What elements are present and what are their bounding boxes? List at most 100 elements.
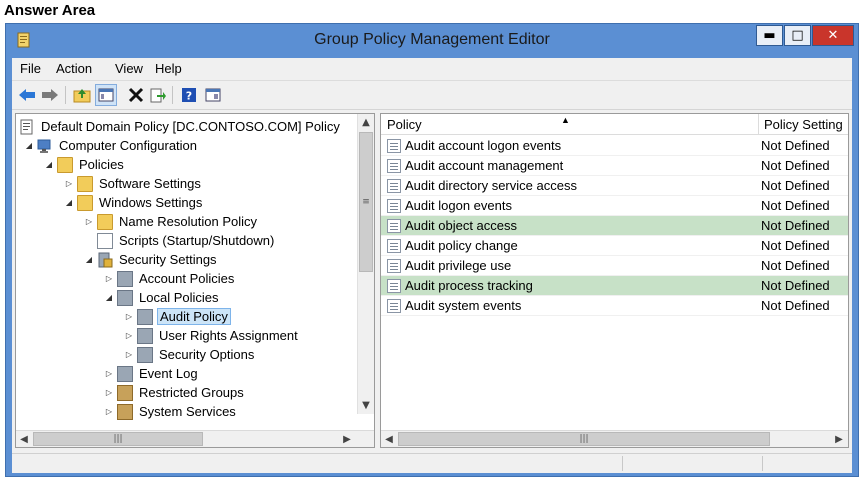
tree-horizontal-scrollbar[interactable]: ◀ ||| ▶ [16, 430, 374, 447]
policy-folder-icon [137, 308, 153, 325]
collapse-icon[interactable]: ◢ [24, 141, 34, 150]
expand-icon[interactable]: ▷ [124, 350, 134, 359]
maximize-button[interactable]: □ [784, 25, 811, 46]
scroll-thumb[interactable]: ||| [33, 432, 203, 446]
expand-icon[interactable]: ▷ [104, 369, 114, 378]
tree-item-security-options[interactable]: ▷ Security Options [124, 345, 256, 364]
policy-folder-icon [117, 289, 133, 306]
status-bar [12, 453, 852, 473]
policy-icon [387, 278, 401, 293]
tree-item-policies[interactable]: ◢ Policies [44, 155, 126, 174]
policy-row[interactable]: Audit directory service access Not Defin… [381, 176, 848, 196]
menu-view[interactable]: View [115, 61, 143, 76]
column-header-policy-setting[interactable]: Policy Setting [759, 114, 848, 135]
gpme-window: Group Policy Management Editor ▬ □ ✕ Fil… [5, 23, 859, 477]
expand-icon[interactable]: ▷ [124, 312, 134, 321]
menu-bar: File Action View Help [12, 58, 852, 81]
tree-item-audit-policy[interactable]: ▷ Audit Policy [124, 307, 231, 326]
tree-item-name-resolution-policy[interactable]: ▷ Name Resolution Policy [84, 212, 259, 231]
export-icon[interactable] [147, 84, 169, 106]
scroll-thumb[interactable]: ≡ [359, 132, 373, 272]
toolbar: ? [12, 81, 852, 110]
folder-icon [77, 194, 93, 211]
collapse-icon[interactable]: ◢ [44, 160, 54, 169]
expand-icon[interactable]: ▷ [104, 388, 114, 397]
policy-row[interactable]: Audit system events Not Defined [381, 296, 848, 316]
tree-item-windows-settings[interactable]: ◢ Windows Settings [64, 193, 204, 212]
policy-folder-icon [117, 270, 133, 287]
policy-list-pane[interactable]: Policy ▲ Policy Setting Audit account lo… [380, 113, 849, 448]
policy-row[interactable]: Audit account logon events Not Defined [381, 136, 848, 156]
scroll-right-icon[interactable]: ▶ [339, 431, 355, 447]
minimize-button[interactable]: ▬ [756, 25, 783, 46]
policy-row[interactable]: Audit account management Not Defined [381, 156, 848, 176]
tree-item-user-rights-assignment[interactable]: ▷ User Rights Assignment [124, 326, 300, 345]
tree-item-default-domain-policy[interactable]: Default Domain Policy [DC.CONTOSO.COM] P… [19, 117, 342, 136]
expand-icon[interactable]: ▷ [124, 331, 134, 340]
policy-icon [387, 178, 401, 193]
policy-icon [387, 298, 401, 313]
tree-item-local-policies[interactable]: ◢ Local Policies [104, 288, 221, 307]
tree-vertical-scrollbar[interactable]: ▲ ≡ ▼ [357, 114, 374, 414]
svg-text:?: ? [186, 90, 192, 103]
gpo-icon [19, 119, 35, 135]
tree-item-computer-configuration[interactable]: ◢ Computer Configuration [24, 136, 199, 155]
lock-folder-icon [117, 384, 133, 401]
menu-help[interactable]: Help [155, 61, 182, 76]
expand-icon[interactable]: ▷ [84, 217, 94, 226]
sort-ascending-icon: ▲ [561, 115, 570, 125]
collapse-icon[interactable]: ◢ [64, 198, 74, 207]
collapse-icon[interactable]: ◢ [84, 255, 94, 264]
policy-icon [387, 138, 401, 153]
scroll-right-icon[interactable]: ▶ [831, 431, 847, 447]
policy-row-highlighted[interactable]: Audit object access Not Defined [381, 216, 848, 236]
expand-icon[interactable]: ▷ [64, 179, 74, 188]
tree-item-event-log[interactable]: ▷ Event Log [104, 364, 200, 383]
column-header-policy[interactable]: Policy ▲ [381, 114, 759, 135]
properties-icon[interactable] [202, 84, 224, 106]
policy-icon [387, 158, 401, 173]
tree-item-software-settings[interactable]: ▷ Software Settings [64, 174, 203, 193]
tree-item-account-policies[interactable]: ▷ Account Policies [104, 269, 236, 288]
menu-file[interactable]: File [20, 61, 41, 76]
folder-icon [57, 156, 73, 173]
scroll-left-icon[interactable]: ◀ [16, 431, 32, 447]
scroll-left-icon[interactable]: ◀ [381, 431, 397, 447]
expand-icon[interactable]: ▷ [104, 407, 114, 416]
computer-icon [37, 138, 53, 154]
policy-folder-icon [137, 346, 153, 363]
show-tree-icon[interactable] [95, 84, 117, 106]
policy-row-highlighted[interactable]: Audit process tracking Not Defined [381, 276, 848, 296]
menu-action[interactable]: Action [56, 61, 92, 76]
policy-row[interactable]: Audit privilege use Not Defined [381, 256, 848, 276]
policy-folder-icon [137, 327, 153, 344]
answer-area-label: Answer Area [4, 2, 96, 19]
tree-item-scripts[interactable]: Scripts (Startup/Shutdown) [84, 231, 276, 250]
policy-icon [387, 238, 401, 253]
policy-row[interactable]: Audit logon events Not Defined [381, 196, 848, 216]
policy-row[interactable]: Audit policy change Not Defined [381, 236, 848, 256]
folder-icon [97, 213, 113, 230]
close-button[interactable]: ✕ [812, 25, 854, 46]
tree-pane[interactable]: Default Domain Policy [DC.CONTOSO.COM] P… [15, 113, 375, 448]
window-title: Group Policy Management Editor [314, 31, 550, 48]
policy-icon [387, 258, 401, 273]
help-icon[interactable]: ? [178, 84, 200, 106]
scroll-up-icon[interactable]: ▲ [358, 114, 374, 130]
title-bar[interactable]: Group Policy Management Editor ▬ □ ✕ [6, 24, 858, 57]
client-area: File Action View Help ? Default Domain P… [12, 58, 852, 473]
back-icon[interactable] [16, 84, 38, 106]
forward-icon[interactable] [39, 84, 61, 106]
tree-item-system-services[interactable]: ▷ System Services [104, 402, 238, 421]
tree-item-restricted-groups[interactable]: ▷ Restricted Groups [104, 383, 246, 402]
scroll-thumb[interactable]: ||| [398, 432, 770, 446]
expand-icon[interactable]: ▷ [104, 274, 114, 283]
tree-item-security-settings[interactable]: ◢ Security Settings [84, 250, 219, 269]
list-horizontal-scrollbar[interactable]: ◀ ||| ▶ [381, 430, 848, 447]
policy-icon [387, 198, 401, 213]
policy-icon [387, 218, 401, 233]
delete-icon[interactable] [125, 84, 147, 106]
collapse-icon[interactable]: ◢ [104, 293, 114, 302]
up-folder-icon[interactable] [71, 84, 93, 106]
scroll-down-icon[interactable]: ▼ [358, 397, 374, 413]
